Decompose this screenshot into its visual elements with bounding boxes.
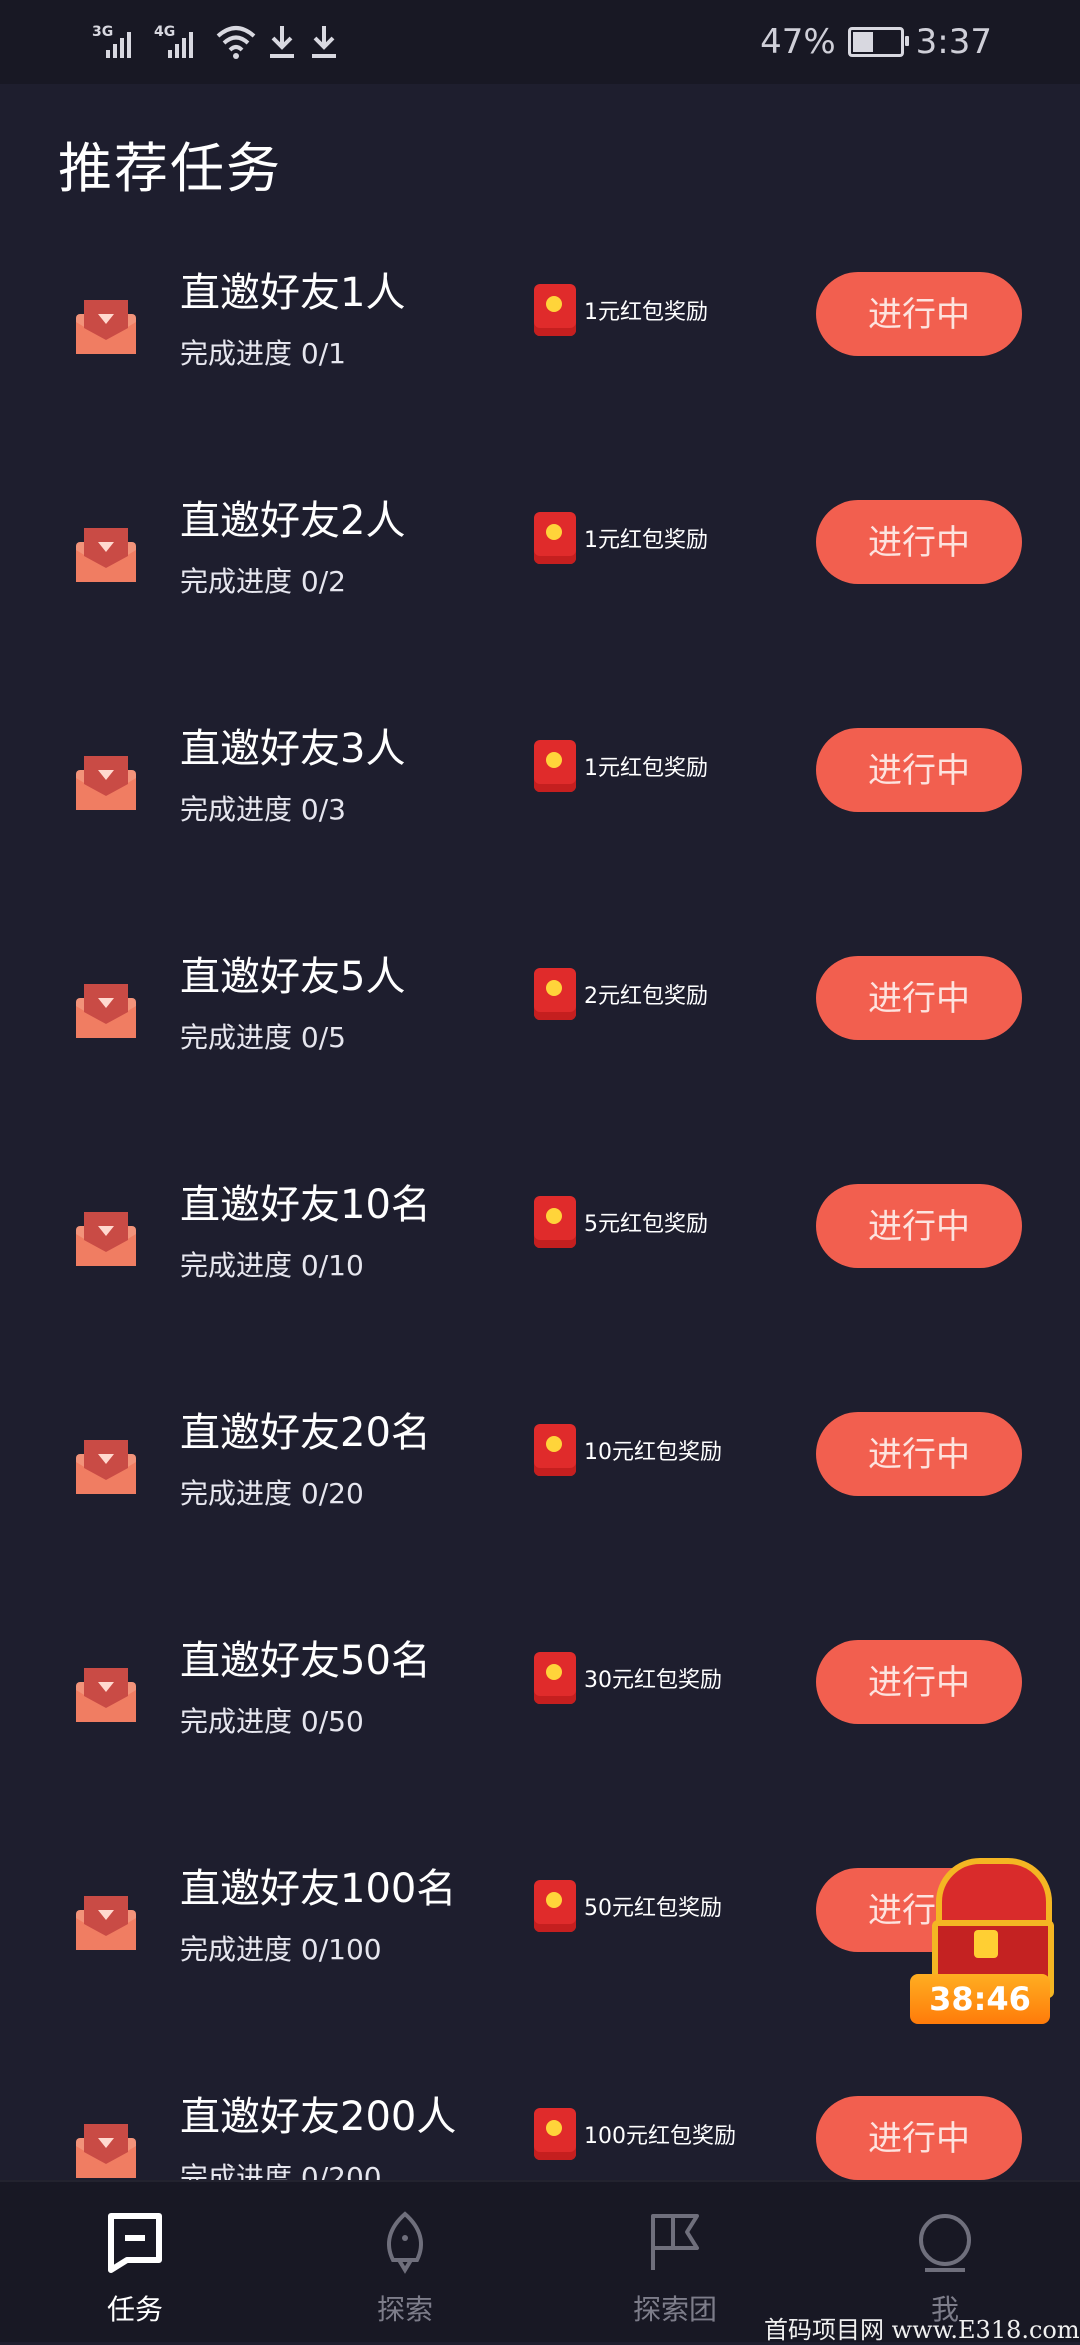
download-icon — [270, 26, 294, 58]
task-row: 直邀好友20名 完成进度 0/20 10元红包奖励 进行中 — [0, 1380, 1080, 1608]
task-status-button[interactable]: 进行中 — [816, 728, 1022, 812]
envelope-icon — [76, 1440, 136, 1494]
red-packet-icon — [534, 740, 576, 792]
task-row: 直邀好友5人 完成进度 0/5 2元红包奖励 进行中 — [0, 924, 1080, 1152]
reward: 1元红包奖励 — [534, 740, 708, 792]
task-progress: 完成进度 0/2 — [180, 565, 346, 598]
red-packet-icon — [534, 512, 576, 564]
task-row: 直邀好友1人 完成进度 0/1 1元红包奖励 进行中 — [0, 240, 1080, 468]
chest-timer: 38:46 — [910, 1974, 1050, 2024]
download-icon — [312, 26, 336, 58]
task-title: 直邀好友3人 — [180, 726, 406, 772]
task-progress: 完成进度 0/200 — [180, 2161, 382, 2180]
signal-icon: 3G — [92, 22, 144, 62]
task-row: 直邀好友2人 完成进度 0/2 1元红包奖励 进行中 — [0, 468, 1080, 696]
battery-icon — [847, 27, 909, 57]
reward: 100元红包奖励 — [534, 2108, 736, 2160]
red-packet-icon — [534, 1424, 576, 1476]
task-title: 直邀好友1人 — [180, 270, 406, 316]
reward: 1元红包奖励 — [534, 512, 708, 564]
task-progress: 完成进度 0/100 — [180, 1933, 382, 1966]
envelope-icon — [76, 1668, 136, 1722]
task-progress: 完成进度 0/3 — [180, 793, 346, 826]
task-title: 直邀好友10名 — [180, 1182, 431, 1228]
task-status-button[interactable]: 进行中 — [816, 956, 1022, 1040]
reward: 30元红包奖励 — [534, 1652, 722, 1704]
task-title: 直邀好友5人 — [180, 954, 406, 1000]
envelope-icon — [76, 984, 136, 1038]
signal-icon: 4G — [154, 22, 206, 62]
envelope-icon — [76, 528, 136, 582]
reward: 2元红包奖励 — [534, 968, 708, 1020]
reward-label: 100元红包奖励 — [584, 2124, 736, 2149]
clock: 3:37 — [915, 22, 992, 62]
red-packet-icon — [534, 1196, 576, 1248]
task-progress: 完成进度 0/1 — [180, 337, 346, 370]
red-packet-icon — [534, 1880, 576, 1932]
reward: 1元红包奖励 — [534, 284, 708, 336]
reward-label: 5元红包奖励 — [584, 1212, 708, 1237]
envelope-icon — [76, 1212, 136, 1266]
task-title: 直邀好友2人 — [180, 498, 406, 544]
chest-lock-icon — [974, 1930, 998, 1958]
reward-label: 1元红包奖励 — [584, 528, 708, 553]
envelope-icon — [76, 756, 136, 810]
reward: 10元红包奖励 — [534, 1424, 722, 1476]
task-row: 直邀好友200人 完成进度 0/200 100元红包奖励 进行中 — [0, 2064, 1080, 2180]
nav-label: 任务 — [106, 2293, 163, 2326]
task-status-button[interactable]: 进行中 — [816, 2096, 1022, 2180]
task-progress: 完成进度 0/5 — [180, 1021, 346, 1054]
task-title: 直邀好友200人 — [180, 2094, 457, 2140]
task-title: 直邀好友100名 — [180, 1866, 457, 1912]
reward: 5元红包奖励 — [534, 1196, 708, 1248]
red-packet-icon — [534, 1652, 576, 1704]
status-bar: 3G 4G 47% 3:37 — [0, 0, 1080, 84]
red-packet-icon — [534, 2108, 576, 2160]
page-title: 推荐任务 — [58, 137, 282, 200]
battery-percent: 47% — [760, 22, 836, 62]
reward-label: 1元红包奖励 — [584, 300, 708, 325]
task-progress: 完成进度 0/10 — [180, 1249, 364, 1282]
task-progress: 完成进度 0/50 — [180, 1705, 364, 1738]
reward-label: 30元红包奖励 — [584, 1668, 722, 1693]
reward: 50元红包奖励 — [534, 1880, 722, 1932]
profile-icon — [919, 2214, 971, 2272]
flag-icon — [651, 2214, 699, 2270]
task-title: 直邀好友20名 — [180, 1410, 431, 1456]
envelope-icon — [76, 300, 136, 354]
reward-label: 50元红包奖励 — [584, 1896, 722, 1921]
reward-label: 2元红包奖励 — [584, 984, 708, 1009]
task-status-button[interactable]: 进行中 — [816, 1412, 1022, 1496]
red-packet-icon — [534, 284, 576, 336]
envelope-icon — [76, 1896, 136, 1950]
task-row: 直邀好友3人 完成进度 0/3 1元红包奖励 进行中 — [0, 696, 1080, 924]
task-progress: 完成进度 0/20 — [180, 1477, 364, 1510]
treasure-chest-widget[interactable]: 38:46 — [910, 1858, 1060, 2026]
explore-icon — [387, 2211, 423, 2274]
envelope-icon — [76, 2124, 136, 2178]
task-row: 直邀好友50名 完成进度 0/50 30元红包奖励 进行中 — [0, 1608, 1080, 1836]
task-icon — [108, 2213, 162, 2273]
task-status-button[interactable]: 进行中 — [816, 1184, 1022, 1268]
nav-item-task[interactable]: 任务 — [0, 2182, 270, 2342]
task-row: 直邀好友10名 完成进度 0/10 5元红包奖励 进行中 — [0, 1152, 1080, 1380]
task-status-button[interactable]: 进行中 — [816, 500, 1022, 584]
nav-item-explore[interactable]: 探索 — [270, 2182, 540, 2342]
task-status-button[interactable]: 进行中 — [816, 1640, 1022, 1724]
task-title: 直邀好友50名 — [180, 1638, 431, 1684]
reward-label: 10元红包奖励 — [584, 1440, 722, 1465]
red-packet-icon — [534, 968, 576, 1020]
task-status-button[interactable]: 进行中 — [816, 272, 1022, 356]
wifi-icon — [216, 26, 256, 59]
nav-label: 探索 — [376, 2293, 433, 2326]
reward-label: 1元红包奖励 — [584, 756, 708, 781]
